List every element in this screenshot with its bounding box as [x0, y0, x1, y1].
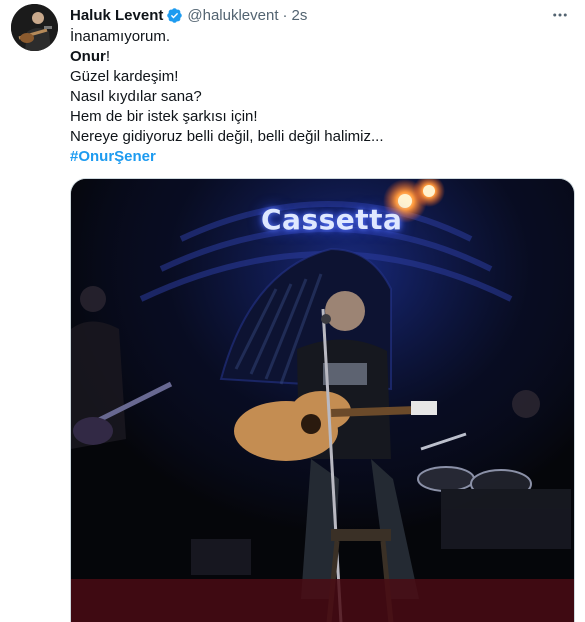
hashtag-link[interactable]: #OnurŞener [70, 147, 570, 167]
tweet-line: Nasıl kıydılar sana? [70, 88, 202, 105]
concert-scene [71, 179, 574, 622]
tweet-line: Hem de bir istek şarkısı için! [70, 108, 258, 125]
tweet-line-name: Onur! [70, 47, 570, 67]
tweet-exclamation: ! [105, 48, 111, 65]
tweet-bold-name: Onur [70, 48, 106, 65]
tweet-timestamp[interactable]: 2s [292, 7, 308, 24]
separator-dot: · [282, 6, 288, 24]
tweet-media-video[interactable]: Cassetta [70, 178, 575, 622]
tweet-header: Haluk Levent @haluklevent · 2s [70, 5, 307, 25]
author-avatar[interactable] [11, 4, 58, 51]
more-options-icon[interactable] [548, 5, 572, 25]
more-dots-icon [553, 13, 567, 17]
avatar-guitarist-icon [11, 4, 58, 51]
tweet-line: İnanamıyorum. [70, 28, 171, 45]
tweet-line: Güzel kardeşim! [70, 68, 179, 85]
tweet: Haluk Levent @haluklevent · 2s İnanamıyo… [0, 0, 585, 622]
verified-badge-icon [167, 7, 183, 23]
author-handle[interactable]: @haluklevent [187, 7, 278, 24]
venue-sign-text: Cassetta [261, 203, 403, 236]
tweet-text: İnanamıyorum. Onur! Güzel kardeşim! Nası… [70, 27, 570, 167]
tweet-line: Nereye gidiyoruz belli değil, belli deği… [70, 128, 384, 145]
author-name[interactable]: Haluk Levent [70, 7, 163, 24]
